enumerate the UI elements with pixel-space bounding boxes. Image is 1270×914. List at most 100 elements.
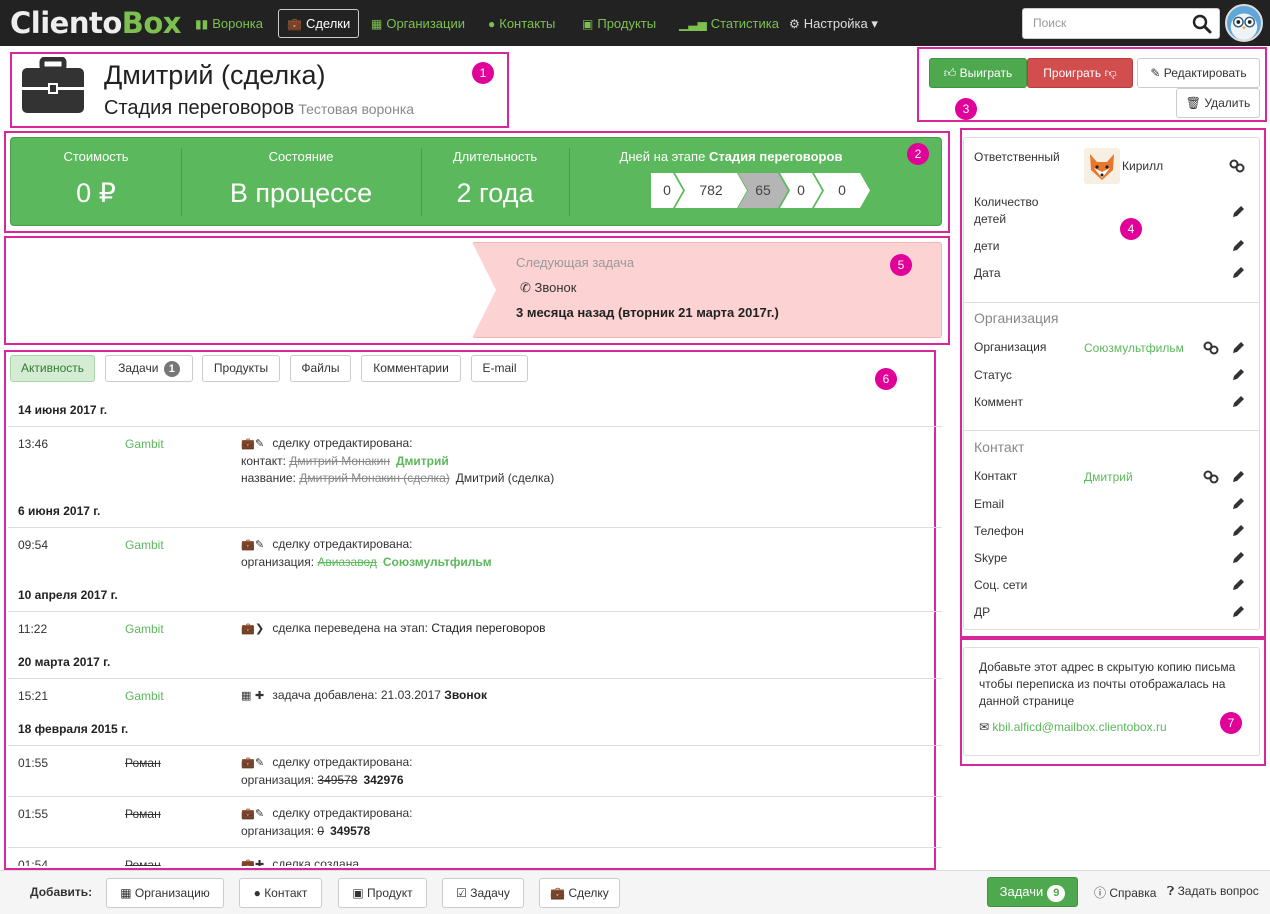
feed-time: 01:55 — [18, 807, 49, 821]
nav-item-contacts[interactable]: ● Контакты — [479, 9, 564, 38]
feed-user[interactable]: Gambit — [125, 538, 164, 552]
tab-email[interactable]: E-mail — [471, 355, 528, 382]
feed-time: 01:54 — [18, 858, 49, 866]
nav-item-statistics[interactable]: ▁▃▅ Статистика — [670, 9, 788, 38]
deal-title: Дмитрий (сделка) — [104, 60, 326, 90]
birthday-label: ДР — [974, 605, 991, 619]
nav-item-settings[interactable]: ⚙ Настройка ▾ — [780, 9, 887, 38]
win-button[interactable]: 👍︎ Выиграть — [929, 58, 1027, 88]
feed-entry: 💼✎ сделку отредактирована: организация: … — [241, 537, 492, 569]
feed-user[interactable]: Роман — [125, 756, 161, 770]
stats-panel: Стоимость 0 ₽ Состояние В процессе Длите… — [10, 137, 942, 226]
link-icon[interactable] — [1229, 159, 1245, 173]
pencil-icon[interactable] — [1231, 266, 1245, 280]
deal-stage: Стадия переговоров Тестовая воронка — [104, 97, 415, 119]
tab-tasks[interactable]: Задачи 1 — [105, 355, 193, 382]
feed-user[interactable]: Gambit — [125, 622, 164, 636]
pencil-icon[interactable] — [1231, 497, 1245, 511]
nav-item-products[interactable]: ▣ Продукты — [573, 9, 665, 38]
owl-icon — [1230, 13, 1258, 40]
pencil-icon[interactable] — [1231, 341, 1245, 355]
tab-products[interactable]: Продукты — [202, 355, 280, 382]
help-link[interactable]: ⓘ Справка — [1094, 884, 1156, 901]
feed-date: 10 апреля 2017 г. — [18, 588, 118, 602]
cart-icon: ▣ — [582, 17, 594, 31]
add-contact-button[interactable]: ● Контакт — [239, 878, 322, 908]
marker-7: 7 — [1220, 712, 1242, 734]
logo[interactable]: ClientoBox — [10, 6, 182, 40]
pencil-icon[interactable] — [1231, 605, 1245, 619]
nav-item-deals[interactable]: 💼 Сделки — [278, 9, 360, 38]
tab-files[interactable]: Файлы — [290, 355, 351, 382]
pencil-icon[interactable] — [1231, 470, 1245, 484]
briefcase-icon: 💼 — [241, 859, 255, 866]
thumbs-down-icon: 👎︎ — [1104, 66, 1117, 80]
responsible-name[interactable]: Кирилл — [1122, 159, 1163, 173]
tab-activity[interactable]: Активность — [10, 355, 95, 382]
thumbs-up-icon: 👍︎ — [943, 66, 957, 80]
fox-avatar-icon — [1084, 148, 1120, 184]
kids-count-label-2: детей — [974, 212, 1007, 226]
pencil-icon: ✎ — [255, 539, 265, 551]
divider — [964, 430, 1259, 431]
feed-user[interactable]: Gambit — [125, 689, 164, 703]
search-input[interactable] — [1033, 16, 1183, 30]
next-task-type: ✆ Звонок — [520, 280, 577, 295]
feed-user[interactable]: Роман — [125, 807, 161, 821]
divider — [569, 148, 570, 216]
ask-question-link[interactable]: ❓︎ Задать вопрос — [1167, 884, 1259, 899]
add-organization-button[interactable]: ▦ Организацию — [106, 878, 224, 908]
search-icon[interactable] — [1191, 13, 1213, 35]
feed-user[interactable]: Gambit — [125, 437, 164, 451]
feed-time: 01:55 — [18, 756, 49, 770]
building-icon: ▦ — [120, 886, 132, 900]
divider — [8, 611, 942, 612]
checkbox-icon: ☑ — [456, 886, 467, 900]
edit-button[interactable]: ✎ Редактировать — [1137, 58, 1260, 88]
contact-value[interactable]: Дмитрий — [1084, 470, 1133, 484]
organization-value[interactable]: Союзмультфильм — [1084, 341, 1184, 355]
phone-label: Телефон — [974, 524, 1024, 538]
email-label: Email — [974, 497, 1005, 511]
pencil-icon[interactable] — [1231, 578, 1245, 592]
pencil-icon[interactable] — [1231, 239, 1245, 253]
lose-button[interactable]: Проиграть 👎︎ — [1027, 58, 1133, 88]
funnel-icon: ▮▮ — [195, 17, 209, 31]
contact-label: Контакт — [974, 469, 1018, 483]
feed-entry: 💼❯ сделка переведена на этап: Стадия пер… — [241, 620, 546, 638]
delete-button[interactable]: 🗑︎ Удалить — [1176, 88, 1260, 118]
pencil-icon[interactable] — [1231, 205, 1245, 219]
nav-item-organizations[interactable]: ▦ Организации — [362, 9, 474, 38]
user-avatar[interactable] — [1225, 4, 1263, 42]
add-task-button[interactable]: ☑ Задачу — [442, 878, 524, 908]
mailbox-address[interactable]: ✉ kbil.alficd@mailbox.clientobox.ru — [979, 720, 1167, 734]
kids-count-label: Количество — [974, 195, 1039, 209]
stage-chevron[interactable]: 782 — [675, 173, 747, 208]
divider — [8, 847, 942, 848]
add-product-button[interactable]: ▣ Продукт — [338, 878, 427, 908]
pencil-icon[interactable] — [1231, 524, 1245, 538]
add-deal-button[interactable]: 💼 Сделку — [539, 878, 620, 908]
briefcase-icon: 💼 — [241, 757, 255, 769]
feed-date: 6 июня 2017 г. — [18, 504, 101, 518]
nav-item-funnel[interactable]: ▮▮ Воронка — [186, 9, 272, 38]
link-icon[interactable] — [1203, 341, 1219, 355]
feed-date: 14 июня 2017 г. — [18, 403, 108, 417]
tasks-button[interactable]: Задачи 9 — [987, 877, 1078, 907]
trash-icon: 🗑︎ — [1185, 96, 1202, 110]
stage-chevron[interactable]: 0 — [814, 173, 870, 208]
link-icon[interactable] — [1203, 470, 1219, 484]
pencil-icon[interactable] — [1231, 551, 1245, 565]
marker-3: 3 — [955, 98, 977, 120]
feed-entry: 💼✎ сделку отредактирована: организация: … — [241, 806, 413, 838]
bottom-bar: Добавить: ▦ Организацию ● Контакт ▣ Прод… — [0, 870, 1270, 914]
tab-comments[interactable]: Комментарии — [361, 355, 461, 382]
divider — [8, 426, 942, 427]
feed-user[interactable]: Роман — [125, 858, 161, 866]
user-icon: ● — [488, 17, 496, 31]
briefcase-icon: 💼 — [241, 539, 255, 551]
pencil-icon: ✎ — [255, 757, 265, 769]
chevron-right-icon: ❯ — [255, 623, 265, 635]
pencil-icon[interactable] — [1231, 395, 1245, 409]
pencil-icon[interactable] — [1231, 368, 1245, 382]
